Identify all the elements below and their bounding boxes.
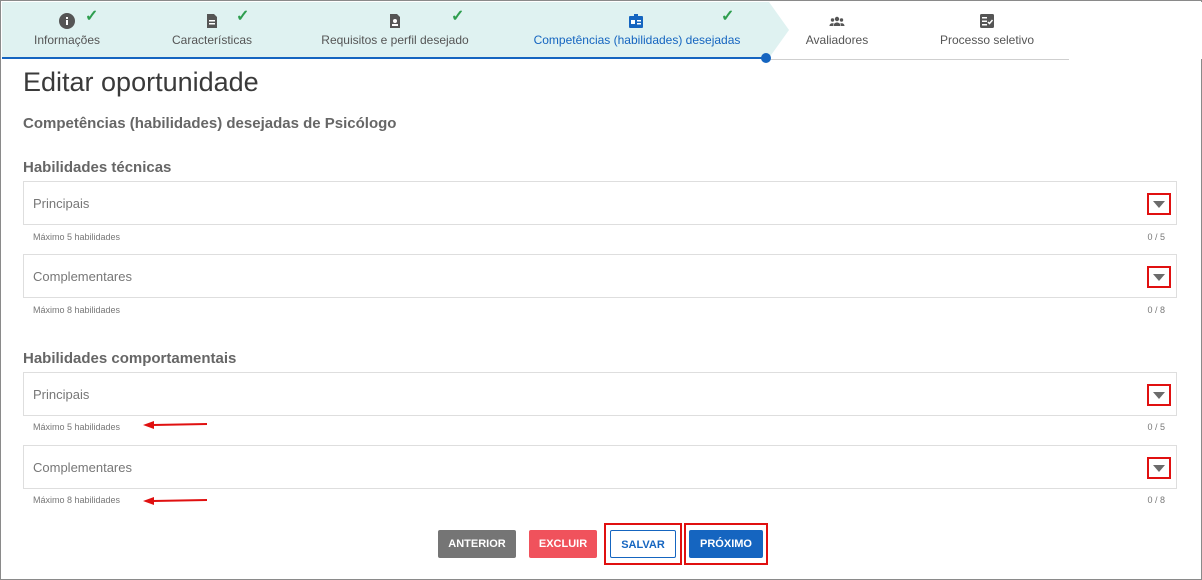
check-icon: ✓ (721, 8, 735, 25)
group-icon (829, 16, 845, 26)
checklist-icon (980, 14, 994, 28)
select-placeholder: Principais (33, 387, 90, 402)
field-hint: Máximo 8 habilidades (33, 495, 121, 505)
annotation-arrow-icon (143, 421, 208, 429)
field-counter: 0 / 5 (1147, 232, 1165, 242)
badge-icon (629, 14, 643, 28)
page-title: Editar oportunidade (23, 67, 259, 97)
step-label: Requisitos e perfil desejado (321, 33, 469, 47)
delete-button[interactable]: EXCLUIR (529, 530, 597, 558)
step-label: Informações (33, 33, 101, 47)
stepper-arrow (769, 2, 789, 58)
select-placeholder: Complementares (33, 460, 132, 475)
technical-main-select[interactable]: Principais (23, 181, 1177, 225)
annotation-arrow-icon (143, 497, 208, 505)
step-label: Processo seletivo (939, 33, 1035, 47)
field-counter: 0 / 5 (1147, 422, 1165, 432)
field-hint: Máximo 5 habilidades (33, 422, 121, 432)
behavioral-main-select[interactable]: Principais (23, 372, 1177, 416)
caret-down-icon (1153, 201, 1165, 208)
dropdown-toggle[interactable] (1147, 266, 1171, 288)
next-button[interactable]: PRÓXIMO (689, 530, 763, 558)
document-icon (207, 14, 217, 28)
profile-document-icon (390, 14, 400, 28)
step-informacoes[interactable]: ✓ Informações (22, 2, 112, 57)
step-processo-seletivo[interactable]: Processo seletivo (937, 2, 1037, 57)
step-avaliadores[interactable]: Avaliadores (797, 2, 877, 57)
technical-complementary-select[interactable]: Complementares (23, 254, 1177, 298)
caret-down-icon (1153, 465, 1165, 472)
step-label: Avaliadores (805, 33, 869, 47)
step-requisitos[interactable]: ✓ Requisitos e perfil desejado (315, 2, 475, 57)
section-title-technical: Habilidades técnicas (23, 159, 172, 176)
behavioral-complementary-select[interactable]: Complementares (23, 445, 1177, 489)
step-caracteristicas[interactable]: ✓ Características (162, 2, 262, 57)
check-icon: ✓ (451, 8, 465, 25)
stepper-progress-line (2, 57, 767, 59)
select-placeholder: Complementares (33, 269, 132, 284)
dropdown-toggle[interactable] (1147, 457, 1171, 479)
stepper-remaining-line (767, 59, 1069, 60)
page-subtitle: Competências (habilidades) desejadas de … (23, 115, 397, 132)
field-hint: Máximo 5 habilidades (33, 232, 121, 242)
dropdown-toggle[interactable] (1147, 193, 1171, 215)
step-competencias[interactable]: ✓ Competências (habilidades) desejadas (532, 2, 742, 57)
dropdown-toggle[interactable] (1147, 384, 1171, 406)
caret-down-icon (1153, 392, 1165, 399)
field-hint: Máximo 8 habilidades (33, 305, 121, 315)
stepper-current-dot (761, 53, 771, 63)
app-frame: ✓ Informações ✓ Características ✓ Requis… (0, 0, 1202, 580)
field-counter: 0 / 8 (1147, 495, 1165, 505)
check-icon: ✓ (85, 8, 99, 25)
caret-down-icon (1153, 274, 1165, 281)
select-placeholder: Principais (33, 196, 90, 211)
info-icon (59, 13, 75, 29)
section-title-behavioral: Habilidades comportamentais (23, 350, 237, 367)
wizard-stepper: ✓ Informações ✓ Características ✓ Requis… (2, 2, 1202, 63)
save-button[interactable]: SALVAR (610, 530, 676, 558)
field-counter: 0 / 8 (1147, 305, 1165, 315)
check-icon: ✓ (236, 8, 250, 25)
step-label: Características (171, 33, 253, 47)
previous-button[interactable]: ANTERIOR (438, 530, 516, 558)
step-label: Competências (habilidades) desejadas (533, 33, 741, 47)
